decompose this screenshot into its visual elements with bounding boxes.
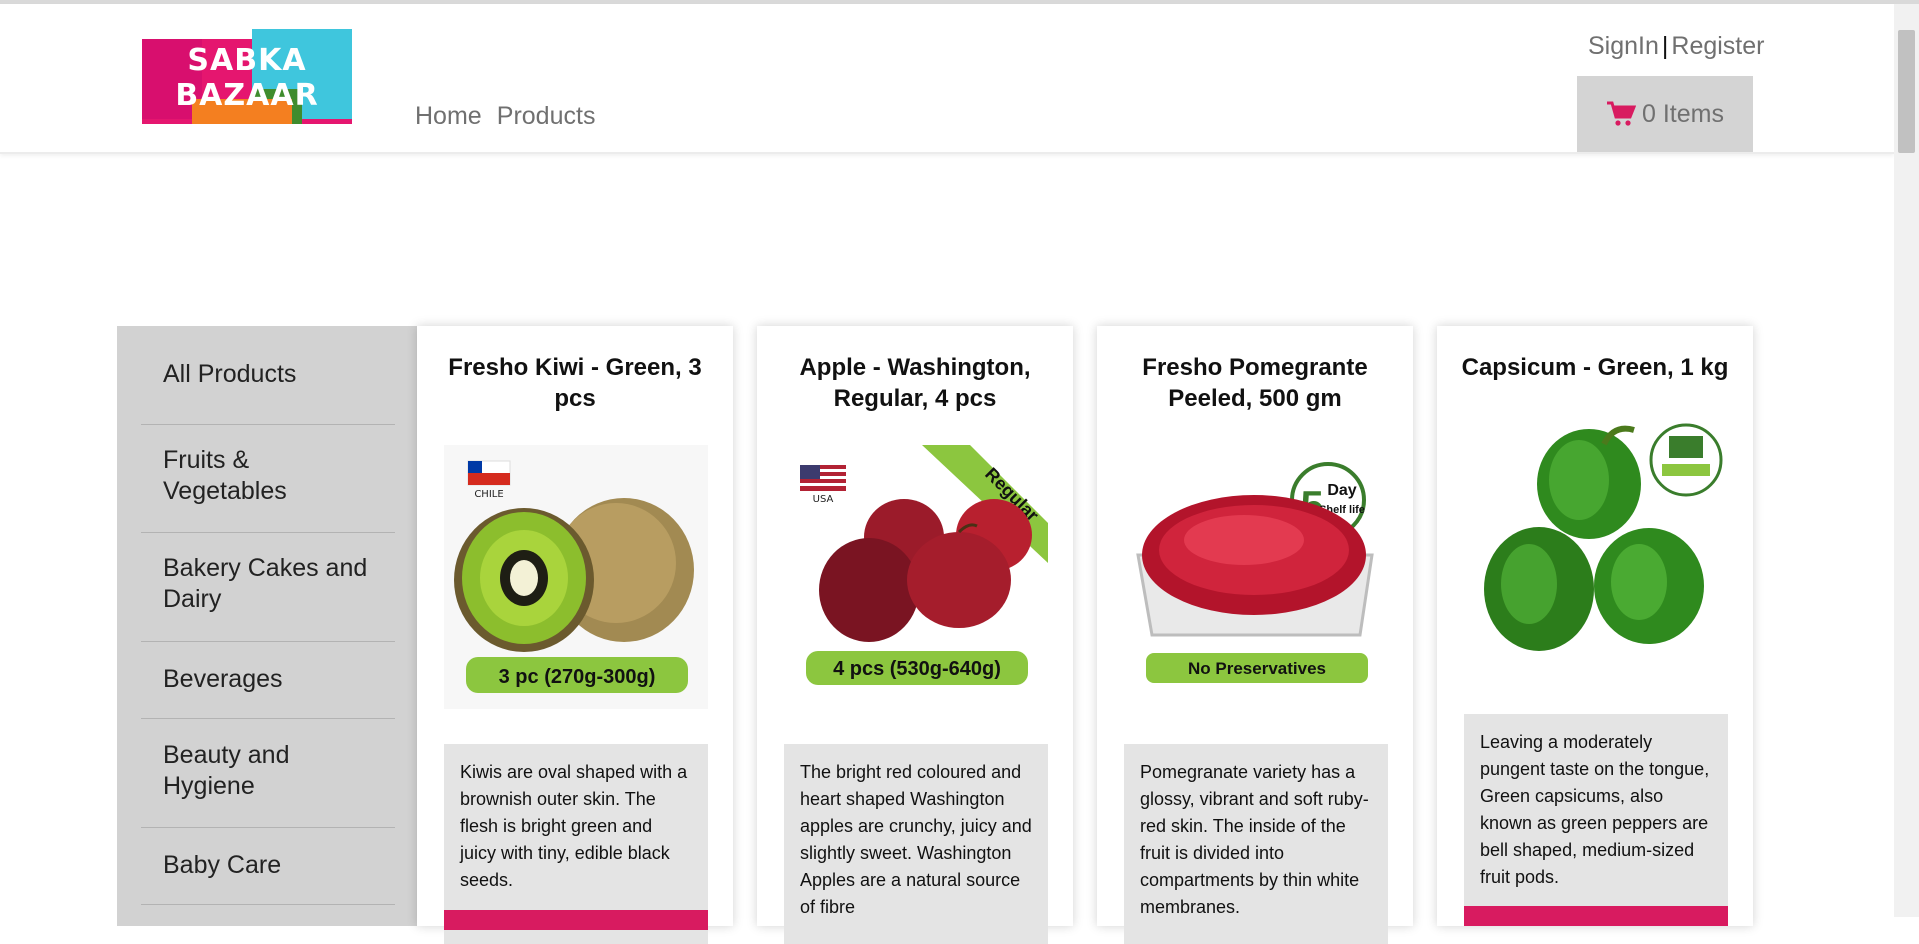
capsicum-image[interactable]	[1464, 414, 1728, 678]
product-description: Leaving a moderately pungent taste on th…	[1464, 714, 1728, 909]
sidebar-item-label: Beverages	[163, 665, 283, 693]
description-text: Pomegranate variety has a glossy, vibran…	[1140, 762, 1369, 917]
scrollbar-thumb[interactable]	[1898, 30, 1915, 153]
sidebar-item-bakery-cakes-dairy[interactable]: Bakery Cakes and Dairy	[141, 533, 395, 642]
auth-links: SignIn | Register	[1588, 32, 1764, 61]
pack-size-badge: 4 pcs (530g-640g)	[833, 658, 1001, 680]
sabka-bazaar-logo[interactable]: SABKA BAZAAR	[142, 29, 352, 129]
nav-products-link[interactable]: Products	[497, 102, 596, 130]
buy-now-button[interactable]	[444, 910, 708, 930]
flag-label: CHILE	[474, 489, 503, 500]
signin-link[interactable]: SignIn	[1588, 32, 1659, 60]
pomegranate-image[interactable]: 5 Day Shelf life No Preservatives	[1124, 445, 1388, 709]
sidebar-item-label: Beauty and Hygiene	[163, 741, 290, 800]
product-title: Capsicum - Green, 1 kg	[1461, 354, 1729, 381]
sidebar-item-all-products[interactable]: All Products	[141, 326, 395, 425]
pack-size-badge: 3 pc (270g-300g)	[499, 666, 656, 688]
logo-line1: SABKA	[187, 43, 307, 78]
product-card: Fresho Pomegrante Peeled, 500 gm 5 Day S…	[1097, 326, 1413, 944]
sidebar-item-label: All Products	[163, 360, 297, 388]
sidebar-item-label: Baby Care	[163, 851, 282, 879]
sidebar-item-label: Bakery Cakes and Dairy	[163, 554, 368, 613]
product-title: Fresho Kiwi - Green, 3 pcs	[448, 354, 702, 412]
nav-home-link[interactable]: Home	[415, 102, 482, 130]
product-card: Apple - Washington, Regular, 4 pcs USA R…	[757, 326, 1073, 944]
description-text: Leaving a moderately pungent taste on th…	[1480, 732, 1710, 887]
shelf-life-day: Day	[1327, 482, 1356, 499]
kiwi-image[interactable]: CHILE 3 pc (270g-300g)	[444, 445, 708, 709]
logo-line2: BAZAAR	[175, 78, 319, 113]
description-text: The bright red coloured and heart shaped…	[800, 762, 1032, 917]
cart-button[interactable]: 0 Items	[1577, 76, 1753, 152]
product-card: Fresho Kiwi - Green, 3 pcs CHILE 3 pc (2…	[417, 326, 733, 944]
product-card: Capsicum - Green, 1 kg Leaving a moderat…	[1437, 326, 1753, 926]
buy-now-button[interactable]	[1464, 906, 1728, 926]
register-link[interactable]: Register	[1671, 32, 1764, 60]
main-nav: Home Products	[415, 102, 605, 131]
page-scrollbar[interactable]	[1894, 4, 1919, 917]
sidebar-item-baby-care[interactable]: Baby Care	[141, 828, 395, 905]
flag-label: USA	[813, 494, 834, 505]
product-title: Fresho Pomegrante Peeled, 500 gm	[1142, 354, 1368, 412]
product-description: Pomegranate variety has a glossy, vibran…	[1124, 744, 1388, 944]
category-sidebar: All Products Fruits & Vegetables Bakery …	[117, 326, 417, 926]
no-preservatives-badge: No Preservatives	[1188, 659, 1326, 678]
product-description: The bright red coloured and heart shaped…	[784, 744, 1048, 944]
sidebar-item-fruits-vegetables[interactable]: Fruits & Vegetables	[141, 425, 395, 533]
product-title: Apple - Washington, Regular, 4 pcs	[799, 354, 1031, 412]
sidebar-item-label: Fruits & Vegetables	[163, 446, 287, 505]
cart-icon	[1607, 101, 1636, 126]
auth-separator: |	[1661, 32, 1669, 60]
cart-count-label: 0 Items	[1642, 99, 1724, 128]
apple-image[interactable]: USA Regular 4 pcs (530g-640g)	[784, 445, 1048, 709]
description-text: Kiwis are oval shaped with a brownish ou…	[460, 762, 688, 890]
sidebar-item-beauty-hygiene[interactable]: Beauty and Hygiene	[141, 719, 395, 828]
sidebar-item-beverages[interactable]: Beverages	[141, 642, 395, 719]
